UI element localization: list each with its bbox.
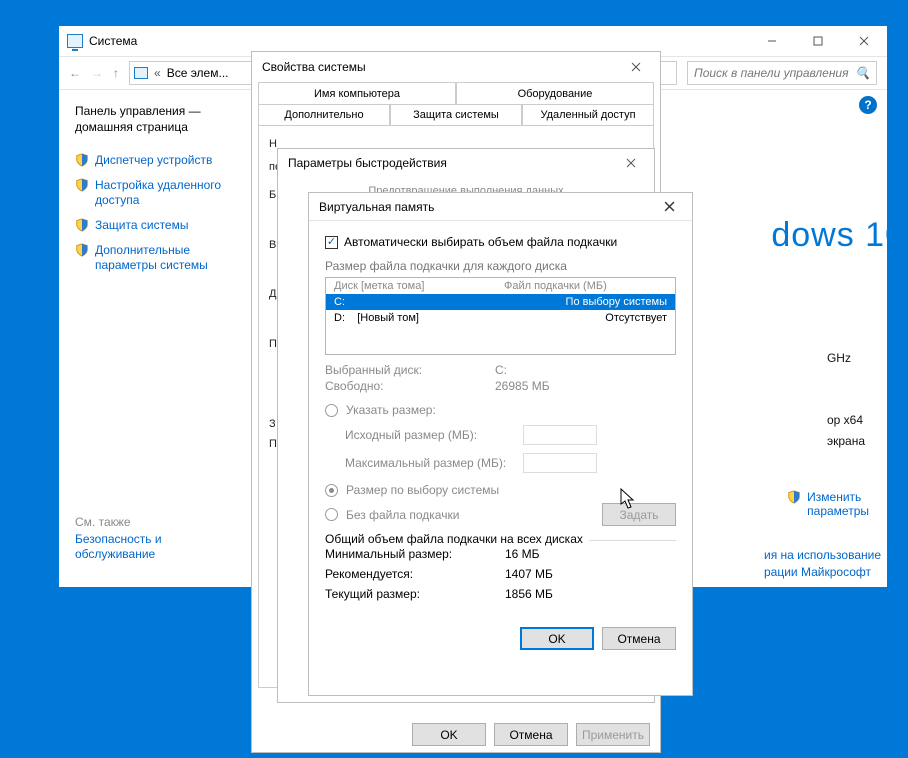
- control-panel-home-link[interactable]: Панель управления — домашняя страница: [75, 104, 238, 135]
- chevron-icon: «: [154, 66, 161, 80]
- shield-icon: [75, 243, 89, 257]
- ok-button[interactable]: OK: [412, 723, 486, 746]
- auto-manage-checkbox[interactable]: ✓ Автоматически выбирать объем файла под…: [325, 235, 676, 249]
- windows-brand: dows 10: [771, 216, 905, 255]
- vm-body: ✓ Автоматически выбирать объем файла под…: [309, 221, 692, 615]
- shield-icon: [75, 153, 89, 167]
- selected-drive-row: Выбранный диск: C:: [325, 363, 676, 377]
- radio-icon: [325, 484, 338, 497]
- radio-custom-size[interactable]: Указать размер:: [325, 403, 676, 417]
- max-size-input[interactable]: [523, 453, 597, 473]
- perf-titlebar[interactable]: Параметры быстродействия: [278, 149, 654, 177]
- vm-title: Виртуальная память: [319, 200, 434, 214]
- device-manager-link[interactable]: Диспетчер устройств: [75, 153, 238, 168]
- license-links[interactable]: ия на использование рации Майкрософт: [764, 547, 881, 581]
- shield-icon: [75, 178, 89, 192]
- drive-row-d[interactable]: D: [Новый том] Отсутствует: [326, 310, 675, 326]
- search-input[interactable]: Поиск в панели управления 🔍: [687, 61, 877, 85]
- radio-icon: [325, 508, 338, 521]
- radio-icon: [325, 404, 338, 417]
- computer-icon: [67, 34, 83, 48]
- search-icon: 🔍: [855, 66, 870, 80]
- help-icon[interactable]: ?: [859, 96, 877, 114]
- drive-list-header: Диск [метка тома] Файл подкачки (МБ): [326, 278, 675, 294]
- perf-title: Параметры быстродействия: [288, 156, 447, 170]
- checkbox-icon: ✓: [325, 236, 338, 249]
- set-button[interactable]: Задать: [602, 503, 676, 526]
- radio-no-paging-file[interactable]: Без файла подкачки: [325, 508, 602, 522]
- tab-advanced[interactable]: Дополнительно: [258, 104, 390, 126]
- remote-settings-link[interactable]: Настройка удаленного доступа: [75, 178, 238, 208]
- props-title: Свойства системы: [262, 60, 366, 74]
- initial-size-input[interactable]: [523, 425, 597, 445]
- auto-manage-label: Автоматически выбирать объем файла подка…: [344, 235, 617, 249]
- free-space-row: Свободно: 26985 МБ: [325, 379, 676, 393]
- per-drive-label: Размер файла подкачки для каждого диска: [325, 259, 676, 273]
- max-size-row: Максимальный размер (МБ):: [325, 453, 676, 473]
- min-size-row: Минимальный размер: 16 МБ: [325, 547, 676, 561]
- minimize-button[interactable]: [749, 27, 795, 55]
- cancel-button[interactable]: Отмена: [494, 723, 568, 746]
- left-pane: Панель управления — домашняя страница Ди…: [59, 90, 244, 587]
- current-size-row: Текущий размер: 1856 МБ: [325, 587, 676, 601]
- search-placeholder: Поиск в панели управления: [694, 66, 849, 80]
- shield-icon: [75, 218, 89, 232]
- recommended-size-row: Рекомендуется: 1407 МБ: [325, 567, 676, 581]
- advanced-system-settings-link[interactable]: Дополнительные параметры системы: [75, 243, 238, 273]
- close-button[interactable]: [841, 27, 887, 55]
- tab-remote[interactable]: Удаленный доступ: [522, 104, 654, 126]
- back-button[interactable]: ←: [69, 66, 81, 80]
- system-protection-link[interactable]: Защита системы: [75, 218, 238, 233]
- props-titlebar[interactable]: Свойства системы: [252, 52, 660, 82]
- vm-titlebar[interactable]: Виртуальная память: [309, 193, 692, 221]
- shield-icon: [787, 490, 801, 504]
- tab-hardware[interactable]: Оборудование: [456, 82, 654, 104]
- breadcrumb-text: Все элем...: [167, 66, 229, 80]
- forward-button[interactable]: →: [91, 66, 103, 80]
- tab-system-protection[interactable]: Защита системы: [390, 104, 522, 126]
- apply-button[interactable]: Применить: [576, 723, 650, 746]
- see-also-label: См. также: [75, 515, 131, 529]
- maximize-button[interactable]: [795, 27, 841, 55]
- system-info: GHz ор x64 экрана: [827, 348, 865, 453]
- drive-row-c[interactable]: C: По выбору системы: [326, 294, 675, 310]
- drive-list[interactable]: Диск [метка тома] Файл подкачки (МБ) C: …: [325, 277, 676, 355]
- close-button[interactable]: [622, 56, 650, 78]
- tab-computer-name[interactable]: Имя компьютера: [258, 82, 456, 104]
- ok-button[interactable]: OK: [520, 627, 594, 650]
- initial-size-row: Исходный размер (МБ):: [325, 425, 676, 445]
- radio-system-managed[interactable]: Размер по выбору системы: [325, 483, 676, 497]
- up-button[interactable]: ↑: [113, 66, 119, 80]
- close-button[interactable]: [656, 197, 682, 217]
- total-group: Общий объем файла подкачки на всех диска…: [325, 540, 676, 541]
- change-settings-link[interactable]: Изменитьпараметры: [787, 490, 869, 518]
- system-title: Система: [89, 34, 137, 48]
- close-button[interactable]: [618, 153, 644, 173]
- computer-icon: [134, 67, 148, 79]
- security-maintenance-link[interactable]: Безопасность и обслуживание: [75, 532, 244, 563]
- cancel-button[interactable]: Отмена: [602, 627, 676, 650]
- virtual-memory-dialog: Виртуальная память ✓ Автоматически выбир…: [308, 192, 693, 696]
